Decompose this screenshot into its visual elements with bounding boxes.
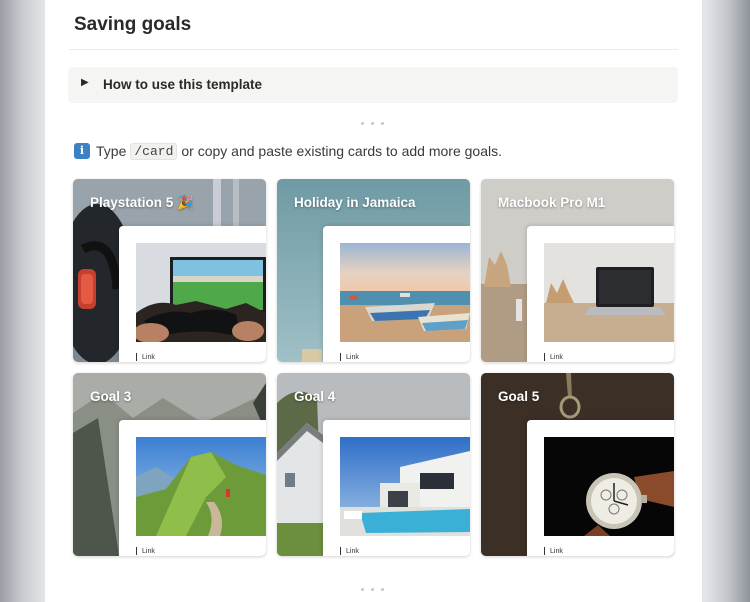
hint-line: i Type /card or copy and paste existing … [74, 141, 502, 161]
drag-dots-icon[interactable] [361, 120, 385, 126]
card-content: Link [527, 420, 674, 556]
card-content: Link [527, 226, 674, 362]
goal-card-playstation[interactable]: Playstation 5 🎉 Link [73, 179, 266, 362]
card-link[interactable]: Link [544, 547, 563, 555]
card-title: Goal 4 [294, 389, 336, 404]
card-title: Macbook Pro M1 [498, 195, 606, 210]
divider [69, 49, 678, 50]
how-to-toggle[interactable]: ▶ How to use this template [68, 67, 678, 103]
card-content: Link [323, 226, 470, 362]
goal-card-macbook[interactable]: Macbook Pro M1 Link [481, 179, 674, 362]
modern-house-pool-image [340, 437, 470, 536]
card-title: Playstation 5 🎉 [90, 195, 194, 210]
card-command-code: /card [130, 142, 178, 160]
wristwatch-image [544, 437, 674, 536]
goal-card-goal-4[interactable]: Goal 4 Link [277, 373, 470, 556]
card-link[interactable]: Link [340, 547, 359, 555]
card-content: Link [119, 226, 266, 362]
card-link[interactable]: Link [136, 353, 155, 361]
info-icon: i [74, 143, 90, 159]
card-link[interactable]: Link [340, 353, 359, 361]
card-content: Link [323, 420, 470, 556]
drag-dots-icon[interactable] [361, 586, 385, 592]
tv-gaming-image [136, 243, 266, 342]
card-link[interactable]: Link [544, 353, 563, 361]
goal-card-goal-3[interactable]: Goal 3 Link [73, 373, 266, 556]
toggle-triangle-icon[interactable]: ▶ [81, 77, 89, 88]
card-title: Goal 3 [90, 389, 132, 404]
hint-prefix: Type [96, 143, 127, 159]
goal-card-goal-5[interactable]: Goal 5 Link [481, 373, 674, 556]
notion-page: Saving goals ▶ How to use this template … [45, 0, 702, 602]
card-content: Link [119, 420, 266, 556]
card-title: Goal 5 [498, 389, 540, 404]
laptop-desk-image [544, 243, 674, 342]
mountain-hiker-image [136, 437, 266, 536]
hint-suffix: or copy and paste existing cards to add … [181, 143, 503, 159]
goal-card-jamaica[interactable]: Holiday in Jamaica Link [277, 179, 470, 362]
beach-boats-image [340, 243, 470, 342]
card-title: Holiday in Jamaica [294, 195, 416, 210]
card-link[interactable]: Link [136, 547, 155, 555]
page-title: Saving goals [74, 14, 192, 35]
toggle-label: How to use this template [103, 77, 263, 92]
